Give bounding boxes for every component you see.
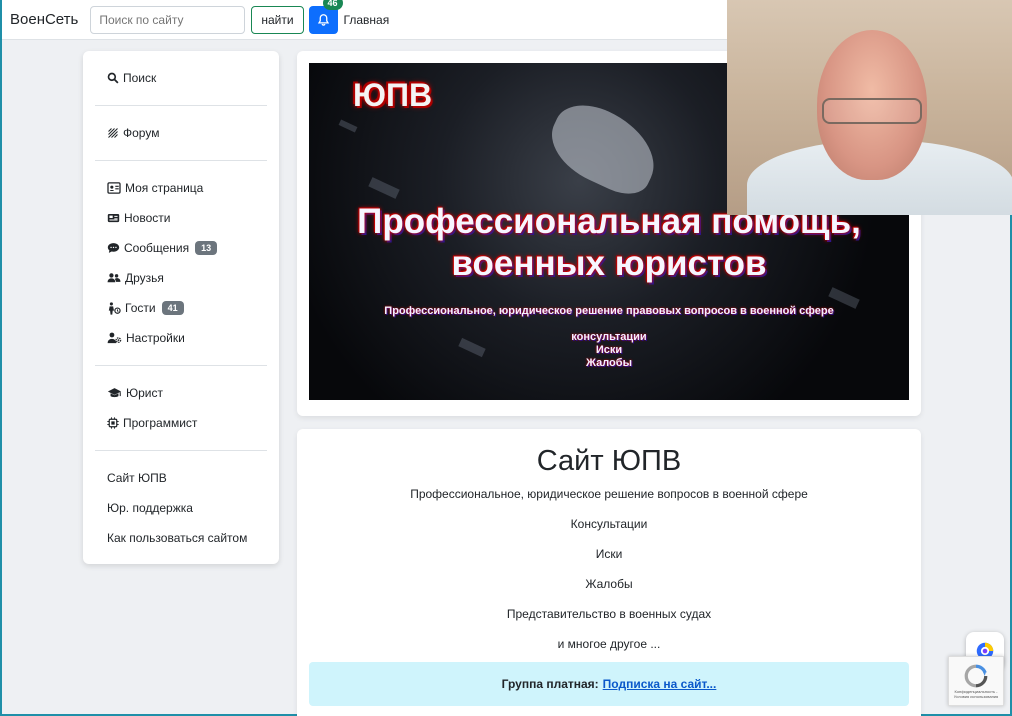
- sidebar-item-label: Форум: [123, 126, 160, 140]
- newspaper-icon: [107, 213, 120, 223]
- sidebar-item-lawyer[interactable]: Юрист: [95, 378, 267, 408]
- messages-count-badge: 13: [195, 241, 218, 255]
- banner-list-item: Жалобы: [586, 357, 632, 369]
- search-button[interactable]: найти: [251, 5, 304, 34]
- content-line: Профессиональное, юридическое решение во…: [410, 487, 808, 501]
- banner-logo-text: ЮПВ: [353, 77, 433, 113]
- recaptcha-badge[interactable]: Конфиденциальность - Условия использован…: [948, 656, 1004, 706]
- cpu-chip-icon: [107, 417, 119, 429]
- sidebar-item-label: Поиск: [123, 71, 157, 85]
- sidebar-item-howto[interactable]: Как пользоваться сайтом: [95, 523, 267, 553]
- home-link[interactable]: Главная: [344, 13, 390, 27]
- sidebar-item-label: Сообщения: [124, 241, 190, 255]
- sidebar-item-label: Программист: [123, 416, 198, 430]
- sidebar-item-label: Новости: [124, 211, 171, 225]
- sidebar-item-guests[interactable]: Гости 41: [95, 293, 267, 323]
- banner-list: консультации Иски Жалобы: [309, 331, 909, 370]
- recaptcha-text: Конфиденциальность - Условия использован…: [953, 689, 999, 699]
- sidebar-item-messages[interactable]: Сообщения 13: [95, 233, 267, 263]
- sidebar-item-label: Настройки: [126, 331, 185, 345]
- sidebar-item-search[interactable]: Поиск: [95, 63, 267, 93]
- forum-icon: [108, 128, 118, 138]
- banner-subtitle: Профессиональное, юридическое решение пр…: [384, 305, 834, 317]
- content-line: Жалобы: [585, 577, 633, 591]
- content-line: Консультации: [570, 517, 648, 531]
- sidebar-divider: [95, 160, 267, 161]
- sidebar-item-site[interactable]: Сайт ЮПВ: [95, 463, 267, 493]
- banner-decoration: [368, 177, 400, 199]
- bell-icon: [317, 13, 329, 26]
- content-line: Представительство в военных судах: [506, 607, 712, 621]
- sidebar-item-news[interactable]: Новости: [95, 203, 267, 233]
- sidebar-item-label: Как пользоваться сайтом: [107, 531, 248, 545]
- chat-icon: [107, 243, 120, 253]
- subscription-alert: Группа платная: Подписка на сайт...: [309, 662, 909, 706]
- id-card-icon: [107, 182, 121, 194]
- sidebar-item-label: Сайт ЮПВ: [107, 471, 167, 485]
- sidebar-item-friends[interactable]: Друзья: [95, 263, 267, 293]
- sidebar: Поиск Форум Моя страница Новости Сообщен…: [83, 51, 279, 564]
- graduation-cap-icon: [107, 388, 122, 398]
- sidebar-item-settings[interactable]: Настройки: [95, 323, 267, 353]
- sidebar-item-my-page[interactable]: Моя страница: [95, 173, 267, 203]
- page-title: Сайт ЮПВ: [536, 445, 682, 477]
- sidebar-item-label: Друзья: [125, 271, 164, 285]
- notifications-button[interactable]: 46: [308, 0, 343, 34]
- alert-text: Группа платная:: [501, 677, 599, 691]
- banner-list-item: Иски: [595, 344, 623, 356]
- user-gear-icon: [107, 332, 122, 344]
- content-line: Иски: [595, 547, 623, 561]
- recaptcha-icon: [964, 664, 988, 688]
- search-icon: [107, 72, 119, 84]
- guests-count-badge: 41: [161, 301, 184, 315]
- content-line: и многое другое ...: [557, 637, 661, 651]
- content-card: Сайт ЮПВ Профессиональное, юридическое р…: [297, 429, 921, 716]
- subscribe-link[interactable]: Подписка на сайт...: [603, 677, 717, 691]
- banner-list-item: консультации: [571, 331, 647, 343]
- banner-title-line: военных юристов: [451, 244, 767, 283]
- sidebar-item-forum[interactable]: Форум: [95, 118, 267, 148]
- webcam-person-glasses: [822, 98, 922, 124]
- people-icon: [107, 273, 121, 283]
- notifications-badge: 46: [322, 0, 343, 10]
- banner-decoration: [338, 119, 358, 133]
- search-input[interactable]: [90, 5, 246, 34]
- sidebar-item-label: Юрист: [126, 386, 163, 400]
- sidebar-item-label: Моя страница: [125, 181, 204, 195]
- sidebar-item-label: Юр. поддержка: [107, 501, 193, 515]
- sidebar-item-support[interactable]: Юр. поддержка: [95, 493, 267, 523]
- person-walking-icon: [108, 301, 121, 315]
- webcam-overlay: [727, 0, 1012, 215]
- sidebar-divider: [95, 105, 267, 106]
- banner-decoration: [539, 93, 669, 203]
- sidebar-divider: [95, 450, 267, 451]
- sidebar-item-label: Гости: [125, 301, 156, 315]
- brand-logo[interactable]: ВоенСеть: [10, 11, 78, 28]
- sidebar-item-programmer[interactable]: Программист: [95, 408, 267, 438]
- sidebar-divider: [95, 365, 267, 366]
